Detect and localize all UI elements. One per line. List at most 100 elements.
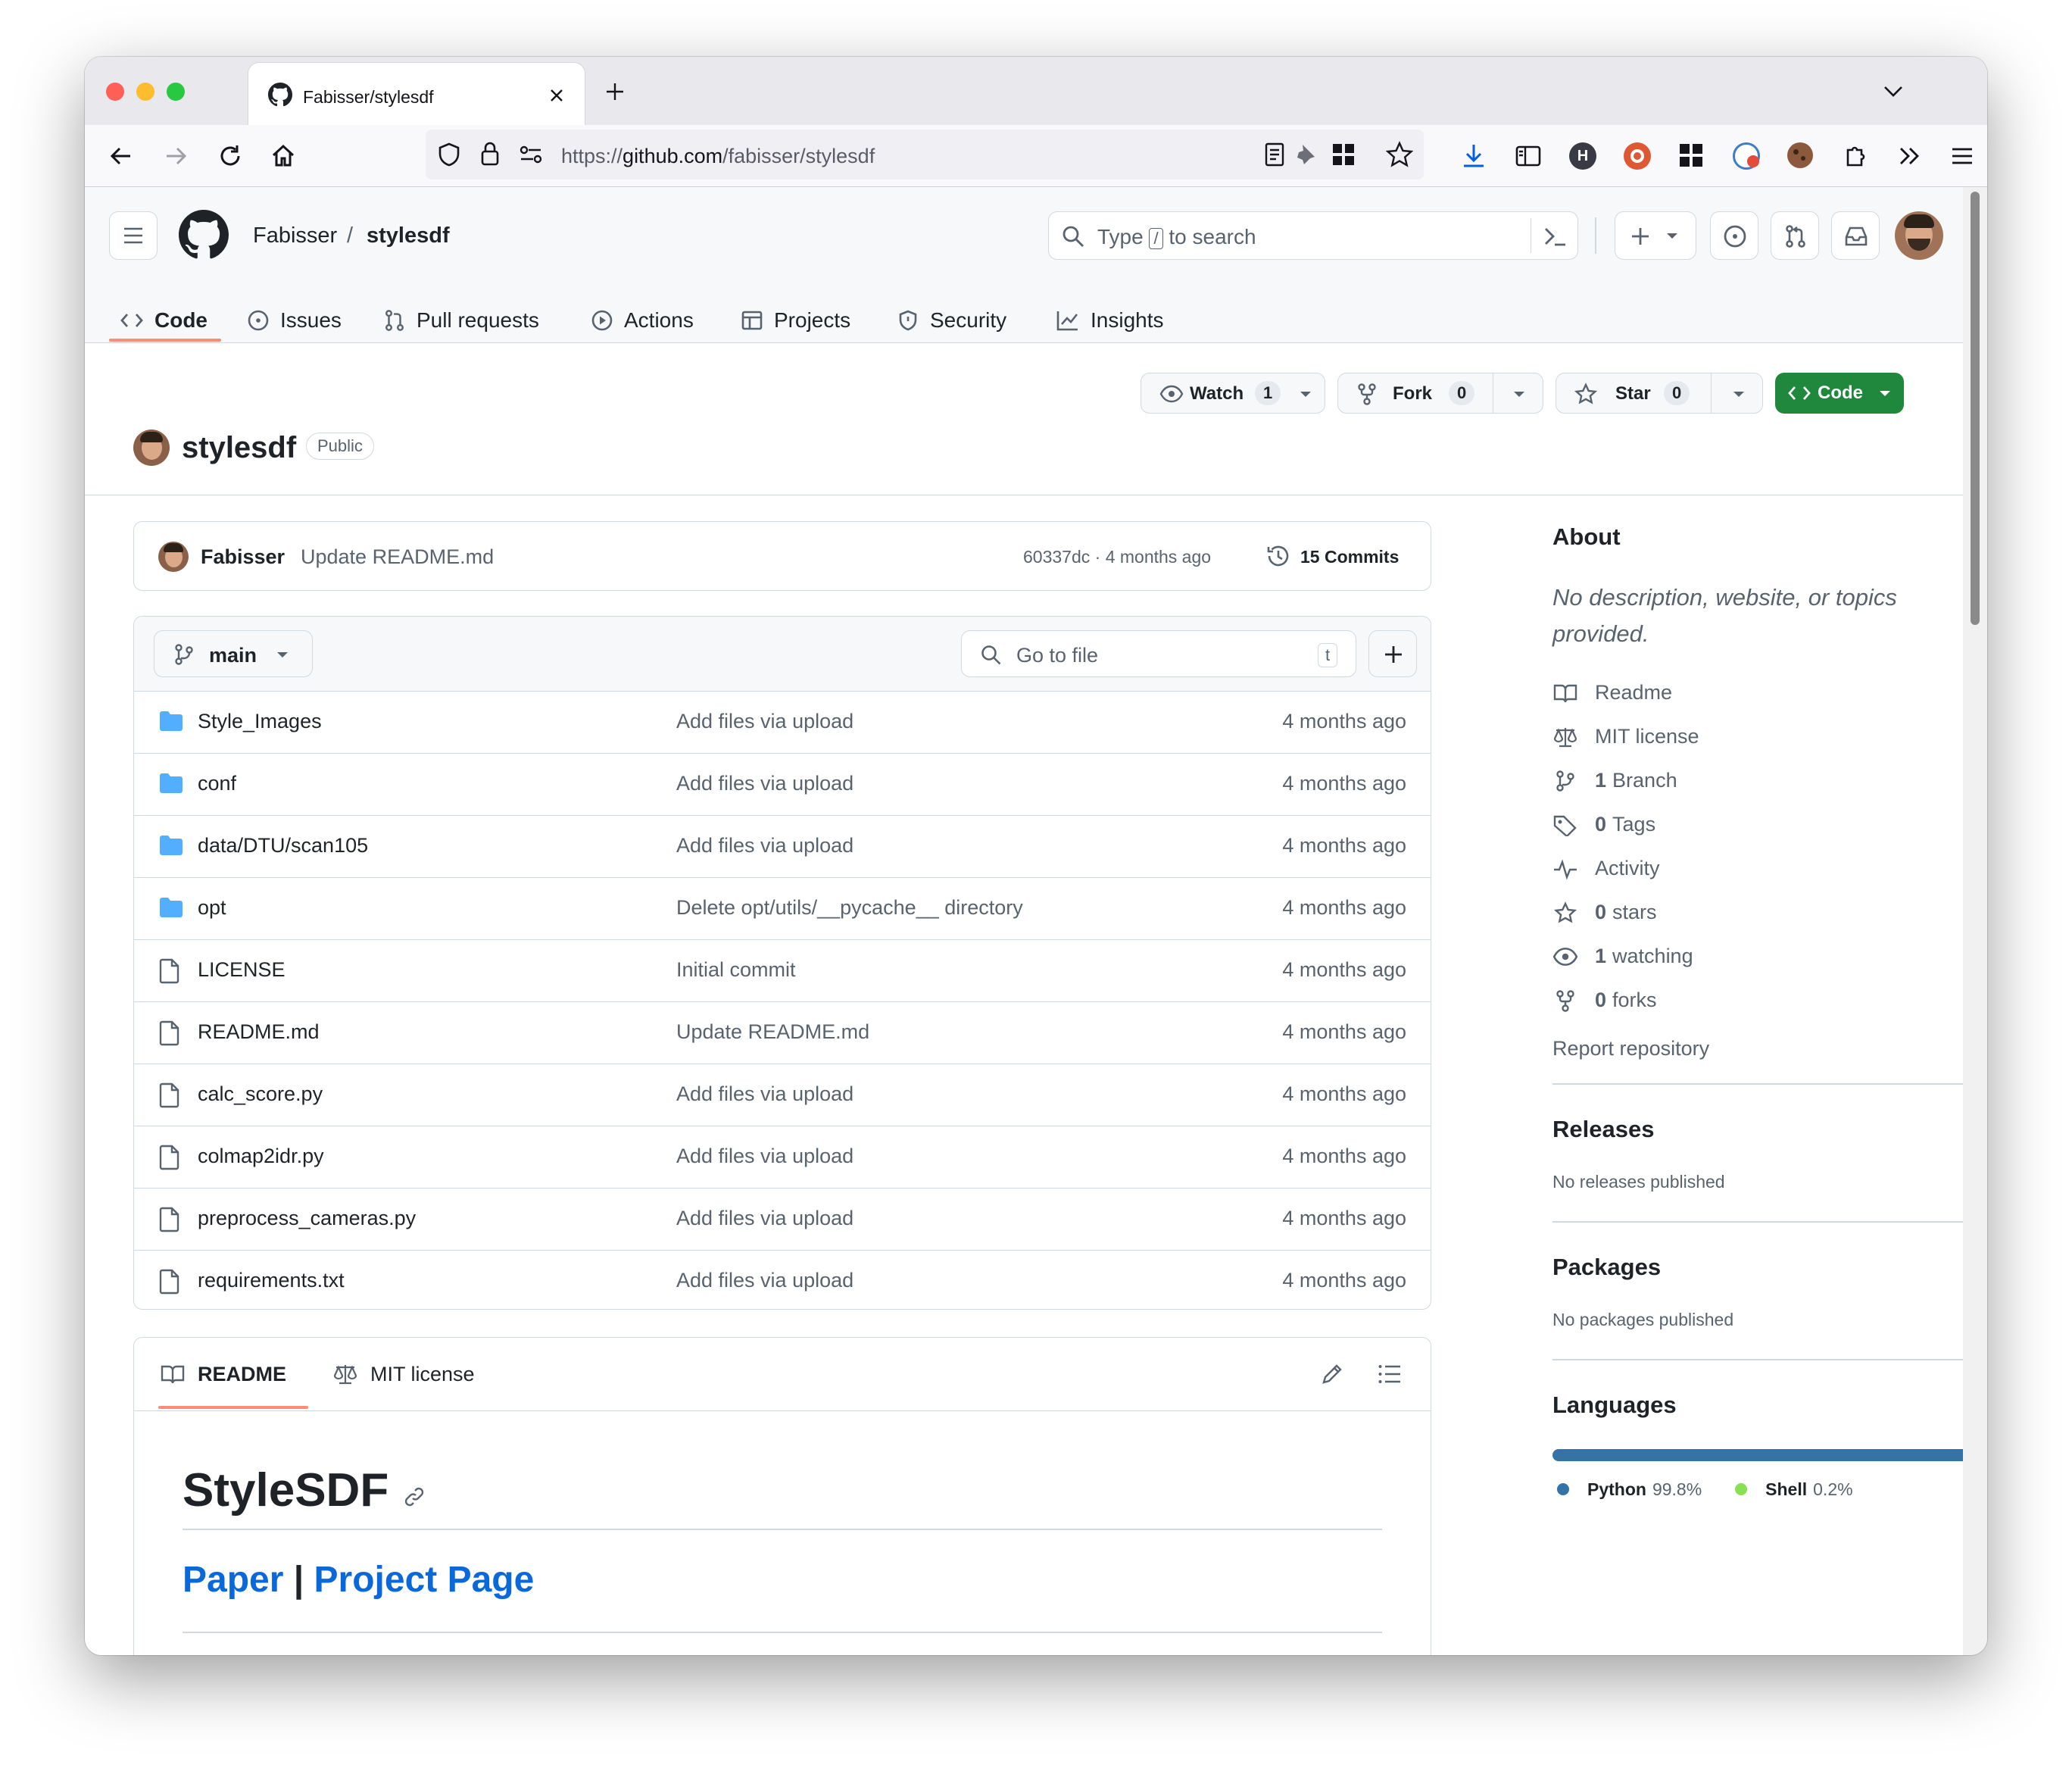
chevron-down-icon[interactable] <box>1512 391 1526 398</box>
file-commit-message[interactable]: Add files via upload <box>676 772 853 795</box>
file-commit-message[interactable]: Add files via upload <box>676 1207 853 1230</box>
sidebar-license-link[interactable]: MIT license <box>1552 725 1699 748</box>
repo-name[interactable]: stylesdf <box>182 431 296 465</box>
file-row[interactable]: data/DTU/scan105 Add files via upload 4 mo… <box>134 815 1431 877</box>
sidebar-branch-link[interactable]: 1 Branch <box>1552 769 1677 792</box>
file-row[interactable]: calc_score.py Add files via upload 4 month… <box>134 1064 1431 1126</box>
file-commit-message[interactable]: Add files via upload <box>676 710 853 733</box>
tracking-protection-shield-icon[interactable] <box>436 142 462 167</box>
file-commit-message[interactable]: Add files via upload <box>676 1145 853 1168</box>
apps-grid-icon[interactable] <box>1331 142 1356 167</box>
back-icon[interactable] <box>108 142 135 170</box>
sidebar-tags-link[interactable]: 0 Tags <box>1552 813 1655 836</box>
file-name-link[interactable]: opt <box>198 896 226 920</box>
file-name-link[interactable]: colmap2idr.py <box>198 1145 324 1168</box>
user-avatar[interactable] <box>1895 211 1943 260</box>
page-scrollbar[interactable] <box>1963 187 1987 1655</box>
tab-projects[interactable]: Projects <box>741 299 850 342</box>
your-issues-button[interactable] <box>1710 211 1758 260</box>
file-commit-message[interactable]: Delete opt/utils/__pycache__ directory <box>676 896 1023 920</box>
tab-security[interactable]: Security <box>897 299 1006 342</box>
edit-pencil-icon[interactable] <box>1320 1362 1344 1386</box>
language-legend-item[interactable]: Shell 0.2% <box>1735 1479 1853 1500</box>
commit-hash-time[interactable]: 60337dc · 4 months ago <box>1023 547 1211 567</box>
sidebar-watching-link[interactable]: 1 watching <box>1552 945 1693 968</box>
search-input[interactable]: Type / to search <box>1048 211 1578 260</box>
go-to-file-input[interactable]: Go to file t <box>961 630 1356 677</box>
fork-button[interactable]: Fork 0 <box>1337 373 1543 414</box>
file-commit-message[interactable]: Add files via upload <box>676 834 853 857</box>
repo-link[interactable]: stylesdf <box>367 223 450 248</box>
anchor-link-icon[interactable] <box>402 1485 426 1509</box>
project-page-link[interactable]: Project Page <box>314 1560 535 1600</box>
branch-select[interactable]: main <box>154 630 313 677</box>
extension-grid-icon[interactable] <box>1678 142 1704 168</box>
add-file-button[interactable] <box>1368 630 1417 677</box>
file-commit-message[interactable]: Update README.md <box>676 1020 869 1044</box>
commit-author[interactable]: Fabisser <box>201 545 285 569</box>
home-icon[interactable] <box>270 142 297 170</box>
scrollbar-thumb[interactable] <box>1971 192 1980 625</box>
tab-insights[interactable]: Insights <box>1056 299 1164 342</box>
file-commit-message[interactable]: Add files via upload <box>676 1269 853 1292</box>
close-tab-icon[interactable] <box>548 87 565 104</box>
bookmark-star-icon[interactable] <box>1386 141 1413 168</box>
language-legend-item[interactable]: Python 99.8% <box>1557 1479 1702 1500</box>
command-palette-icon[interactable] <box>1543 224 1568 248</box>
tab-issues[interactable]: Issues <box>247 299 342 342</box>
extensions-puzzle-icon[interactable] <box>1842 142 1869 170</box>
forward-icon[interactable] <box>162 142 189 170</box>
file-commit-message[interactable]: Initial commit <box>676 958 796 982</box>
extension-globe-icon[interactable] <box>1733 142 1760 170</box>
minimize-window-button[interactable] <box>136 83 154 101</box>
your-pull-requests-button[interactable] <box>1771 211 1819 260</box>
releases-heading[interactable]: Releases <box>1552 1116 1654 1143</box>
file-row[interactable]: preprocess_cameras.py Add files via uploa… <box>134 1188 1431 1250</box>
file-row[interactable]: README.md Update README.md 4 months ago <box>134 1001 1431 1064</box>
tab-actions[interactable]: Actions <box>591 299 694 342</box>
sidebar-forks-link[interactable]: 0 forks <box>1552 989 1657 1012</box>
tab-pull-requests[interactable]: Pull requests <box>383 299 539 342</box>
app-menu-icon[interactable] <box>1949 142 1975 170</box>
file-name-link[interactable]: requirements.txt <box>198 1269 345 1292</box>
file-name-link[interactable]: preprocess_cameras.py <box>198 1207 416 1230</box>
list-all-tabs-icon[interactable] <box>1883 84 1904 99</box>
repo-owner-avatar[interactable] <box>133 430 170 466</box>
readme-tab[interactable]: README <box>160 1359 286 1389</box>
license-tab[interactable]: MIT license <box>332 1359 475 1389</box>
pin-icon[interactable] <box>1293 142 1318 167</box>
zoom-window-button[interactable] <box>167 83 185 101</box>
sidebar-activity-link[interactable]: Activity <box>1552 857 1660 880</box>
downloads-icon[interactable] <box>1460 142 1487 170</box>
packages-heading[interactable]: Packages <box>1552 1254 1661 1281</box>
url-text[interactable]: https://github.com/fabisser/stylesdf <box>561 145 875 168</box>
extension-h-icon[interactable]: H <box>1569 142 1596 170</box>
chevron-down-icon[interactable] <box>1732 391 1746 398</box>
code-dropdown-button[interactable]: Code <box>1775 373 1904 414</box>
duckduckgo-extension-icon[interactable] <box>1624 142 1651 170</box>
reload-icon[interactable] <box>217 142 244 170</box>
sidebar-stars-link[interactable]: 0 stars <box>1552 901 1657 924</box>
file-row[interactable]: LICENSE Initial commit 4 months ago <box>134 939 1431 1001</box>
paper-link[interactable]: Paper <box>183 1560 283 1600</box>
file-name-link[interactable]: calc_score.py <box>198 1082 323 1106</box>
file-row[interactable]: Style_Images Add files via upload 4 months… <box>134 691 1431 753</box>
permissions-icon[interactable] <box>518 145 544 164</box>
inbox-button[interactable] <box>1831 211 1880 260</box>
new-tab-icon[interactable] <box>604 81 626 102</box>
tab-code[interactable]: Code <box>120 299 208 342</box>
github-logo-icon[interactable] <box>179 210 229 260</box>
create-new-button[interactable] <box>1615 211 1696 260</box>
file-name-link[interactable]: conf <box>198 772 236 795</box>
more-tools-chevron-icon[interactable] <box>1896 142 1924 170</box>
file-row[interactable]: requirements.txt Add files via upload 4 mo… <box>134 1250 1431 1309</box>
file-name-link[interactable]: data/DTU/scan105 <box>198 834 368 857</box>
file-name-link[interactable]: LICENSE <box>198 958 286 982</box>
reader-view-icon[interactable] <box>1263 142 1286 167</box>
lock-icon[interactable] <box>479 140 501 167</box>
close-window-button[interactable] <box>106 83 124 101</box>
file-commit-message[interactable]: Add files via upload <box>676 1082 853 1106</box>
sidebar-readme-link[interactable]: Readme <box>1552 681 1672 704</box>
extension-cookie-icon[interactable] <box>1787 142 1813 168</box>
address-bar[interactable]: https://github.com/fabisser/stylesdf <box>426 130 1424 180</box>
